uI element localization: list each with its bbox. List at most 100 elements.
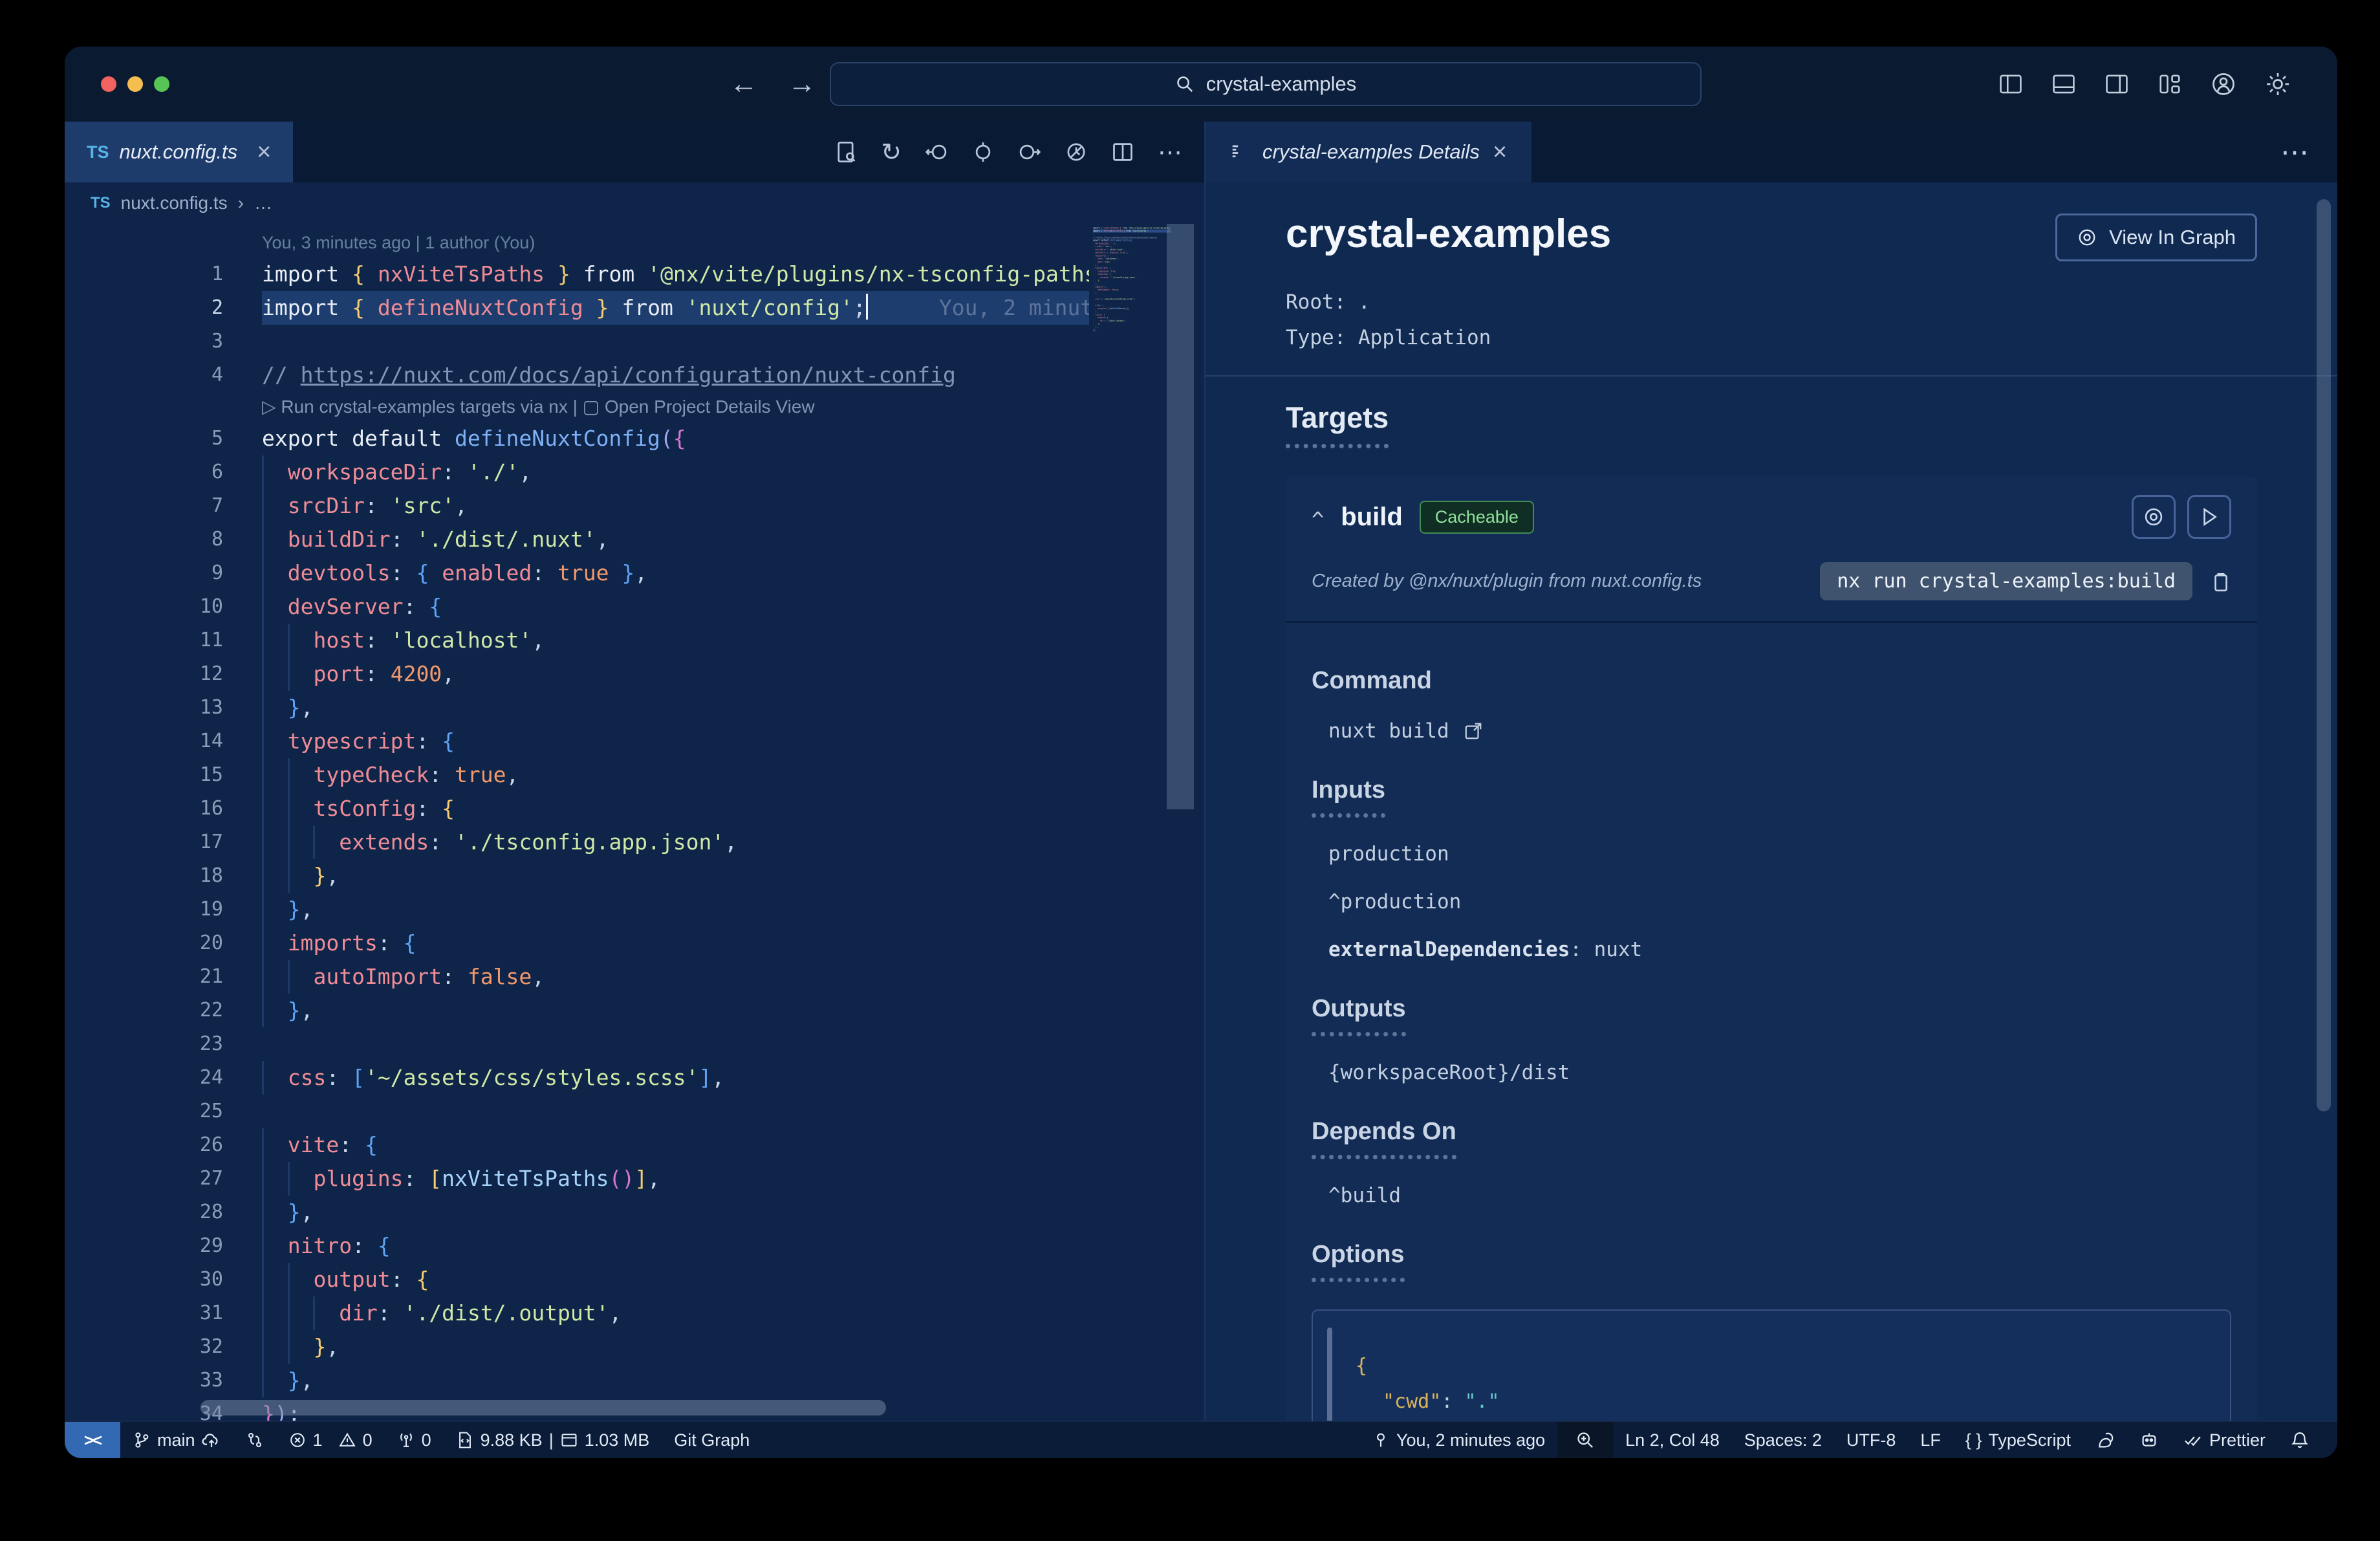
file-size-item[interactable]: 9.88 KB | 1.03 MB (444, 1422, 662, 1458)
nav-forward-icon[interactable]: → (788, 68, 816, 100)
extension-item-2[interactable] (2127, 1422, 2171, 1458)
git-branch-item[interactable]: main (120, 1422, 233, 1458)
title-bar: ← → crystal-examples (65, 47, 2337, 122)
code-line[interactable]: 8 buildDir: './dist/.nuxt', (65, 523, 1204, 556)
code-line[interactable]: 1 import { nxViteTsPaths } from '@nx/vite… (65, 257, 1204, 291)
notifications-item[interactable] (2278, 1422, 2322, 1458)
options-code-block[interactable]: { "cwd": "." } (1312, 1309, 2231, 1421)
copy-icon[interactable] (2209, 571, 2231, 593)
input-item: production (1328, 842, 1449, 866)
toggle-panel-icon[interactable] (2051, 72, 2076, 96)
tab-nuxt-config[interactable]: TS nuxt.config.ts × (65, 122, 294, 182)
blame-item[interactable]: You, 2 minutes ago (1359, 1422, 1557, 1458)
external-link-icon[interactable] (1464, 721, 1483, 741)
split-editor-icon[interactable] (1111, 140, 1134, 164)
code-line[interactable]: 17 extends: './tsconfig.app.json', (65, 825, 1204, 859)
target-name[interactable]: build (1341, 503, 1403, 532)
language-mode-item[interactable]: { } TypeScript (1953, 1422, 2083, 1458)
more-actions-icon[interactable]: ⋯ (2280, 136, 2337, 169)
code-line[interactable]: 27 plugins: [nxViteTsPaths()], (65, 1162, 1204, 1196)
code-line[interactable]: 22 }, (65, 994, 1204, 1027)
code-line[interactable]: 29 nitro: { (65, 1229, 1204, 1263)
code-line[interactable]: 12 port: 4200, (65, 657, 1204, 691)
minimize-window-button[interactable] (127, 76, 143, 92)
code-line[interactable]: 7 srcDir: 'src', (65, 489, 1204, 523)
customize-layout-icon[interactable] (2158, 72, 2182, 96)
code-line[interactable]: 11 host: 'localhost', (65, 624, 1204, 657)
code-line[interactable]: 2 import { defineNuxtConfig } from 'nuxt/… (65, 291, 1204, 325)
code-line[interactable]: 30 output: { (65, 1263, 1204, 1296)
problems-item[interactable]: 1 0 (276, 1422, 385, 1458)
line-number: 17 (199, 831, 223, 853)
cursor-position-item[interactable]: Ln 2, Col 48 (1613, 1422, 1732, 1458)
run-target-button[interactable] (2187, 495, 2231, 539)
search-editor-icon[interactable] (834, 140, 858, 164)
code-line[interactable]: 19 }, (65, 893, 1204, 926)
code-line[interactable]: 16 tsConfig: { (65, 792, 1204, 825)
more-actions-icon[interactable]: ⋯ (1158, 138, 1182, 167)
settings-gear-icon[interactable] (2265, 71, 2291, 97)
nx-run-command-chip[interactable]: nx run crystal-examples:build (1820, 562, 2192, 600)
code-line[interactable]: 14 typescript: { (65, 725, 1204, 758)
command-center-search[interactable]: crystal-examples (830, 62, 1702, 106)
command-value[interactable]: nuxt build (1312, 719, 2231, 743)
compare-changes-item[interactable] (233, 1422, 276, 1458)
zoom-item[interactable] (1557, 1422, 1614, 1458)
timeline-icon[interactable] (1065, 140, 1088, 164)
panel-vertical-scrollbar[interactable] (2317, 199, 2331, 1111)
encoding-item[interactable]: UTF-8 (1834, 1422, 1909, 1458)
nav-back-icon[interactable]: ← (730, 68, 758, 100)
editor-vertical-scrollbar[interactable] (1167, 224, 1194, 809)
code-line[interactable]: 23 (65, 1027, 1204, 1061)
git-graph-item[interactable]: Git Graph (662, 1422, 762, 1458)
code-line[interactable]: 24 css: ['~/assets/css/styles.scss'], (65, 1061, 1204, 1095)
tab-project-details[interactable]: crystal-examples Details × (1206, 122, 1532, 182)
maximize-window-button[interactable] (154, 76, 169, 92)
code-line[interactable]: 9 devtools: { enabled: true }, (65, 556, 1204, 590)
view-target-in-graph-button[interactable] (2132, 495, 2176, 539)
editor-horizontal-scrollbar[interactable] (200, 1400, 886, 1415)
nav-back-circle-icon[interactable] (925, 140, 948, 164)
close-tab-icon[interactable]: × (1493, 140, 1507, 164)
collapse-chevron-icon[interactable]: ^ (1312, 507, 1324, 532)
refresh-icon[interactable]: ↻ (881, 138, 902, 167)
codelens-row[interactable]: ▷ Run crystal-examples targets via nx | … (65, 392, 1204, 422)
breadcrumb-symbol[interactable]: … (254, 193, 272, 213)
code-line[interactable]: 26 vite: { (65, 1128, 1204, 1162)
code-line[interactable]: 18 }, (65, 859, 1204, 893)
code-line[interactable]: 4// https://nuxt.com/docs/api/configurat… (65, 358, 1204, 392)
code-line[interactable]: 28 }, (65, 1196, 1204, 1229)
code-line[interactable]: 6 workspaceDir: './', (65, 455, 1204, 489)
code-line[interactable]: 5 export default defineNuxtConfig({ (65, 422, 1204, 455)
forwarded-ports-item[interactable]: 0 (385, 1422, 444, 1458)
typescript-file-icon: TS (91, 194, 111, 212)
code-line[interactable]: 3 (65, 325, 1204, 358)
view-in-graph-button[interactable]: View In Graph (2055, 213, 2257, 261)
breadcrumb[interactable]: TS nuxt.config.ts › … (65, 182, 1204, 224)
nav-forward-circle-icon[interactable] (1018, 140, 1041, 164)
toggle-primary-sidebar-icon[interactable] (1998, 72, 2023, 96)
remote-indicator[interactable]: >< (65, 1422, 120, 1458)
code-line[interactable]: 32 }, (65, 1330, 1204, 1364)
minimap[interactable]: 1import { nxViteTsPaths } from '@nx/vite… (1093, 226, 1171, 524)
eol-item[interactable]: LF (1908, 1422, 1953, 1458)
code-line[interactable]: 13 }, (65, 691, 1204, 725)
code-line[interactable]: 33 }, (65, 1364, 1204, 1397)
breadcrumb-file[interactable]: nuxt.config.ts (121, 193, 228, 213)
line-number: 33 (199, 1369, 223, 1392)
prettier-item[interactable]: Prettier (2171, 1422, 2278, 1458)
code-line[interactable]: 21 autoImport: false, (65, 960, 1204, 994)
close-window-button[interactable] (101, 76, 116, 92)
indentation-item[interactable]: Spaces: 2 (1732, 1422, 1834, 1458)
code-line[interactable]: 15 typeCheck: true, (65, 758, 1204, 792)
close-tab-icon[interactable]: × (257, 140, 271, 164)
extension-item-1[interactable] (2083, 1422, 2127, 1458)
code-line[interactable]: 25 (65, 1095, 1204, 1128)
code-line[interactable]: 31 dir: './dist/.output', (65, 1296, 1204, 1330)
code-line[interactable]: 10 devServer: { (65, 590, 1204, 624)
code-line[interactable]: 20 imports: { (65, 926, 1204, 960)
nav-location-icon[interactable] (971, 140, 995, 164)
account-icon[interactable] (2211, 71, 2236, 97)
toggle-secondary-sidebar-icon[interactable] (2104, 72, 2129, 96)
code-editor[interactable]: You, 3 minutes ago | 1 author (You) 1 impo… (65, 224, 1204, 1421)
